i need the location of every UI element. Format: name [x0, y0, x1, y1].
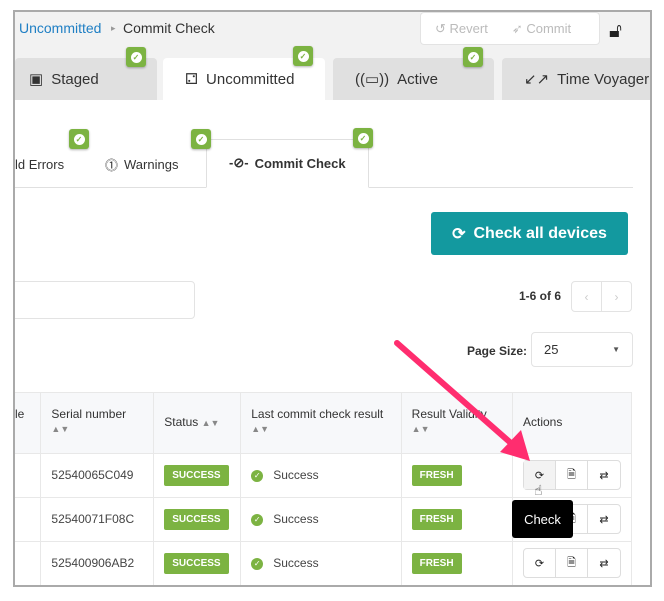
annotation-arrow — [394, 340, 530, 461]
arrow-shaft — [394, 340, 515, 447]
